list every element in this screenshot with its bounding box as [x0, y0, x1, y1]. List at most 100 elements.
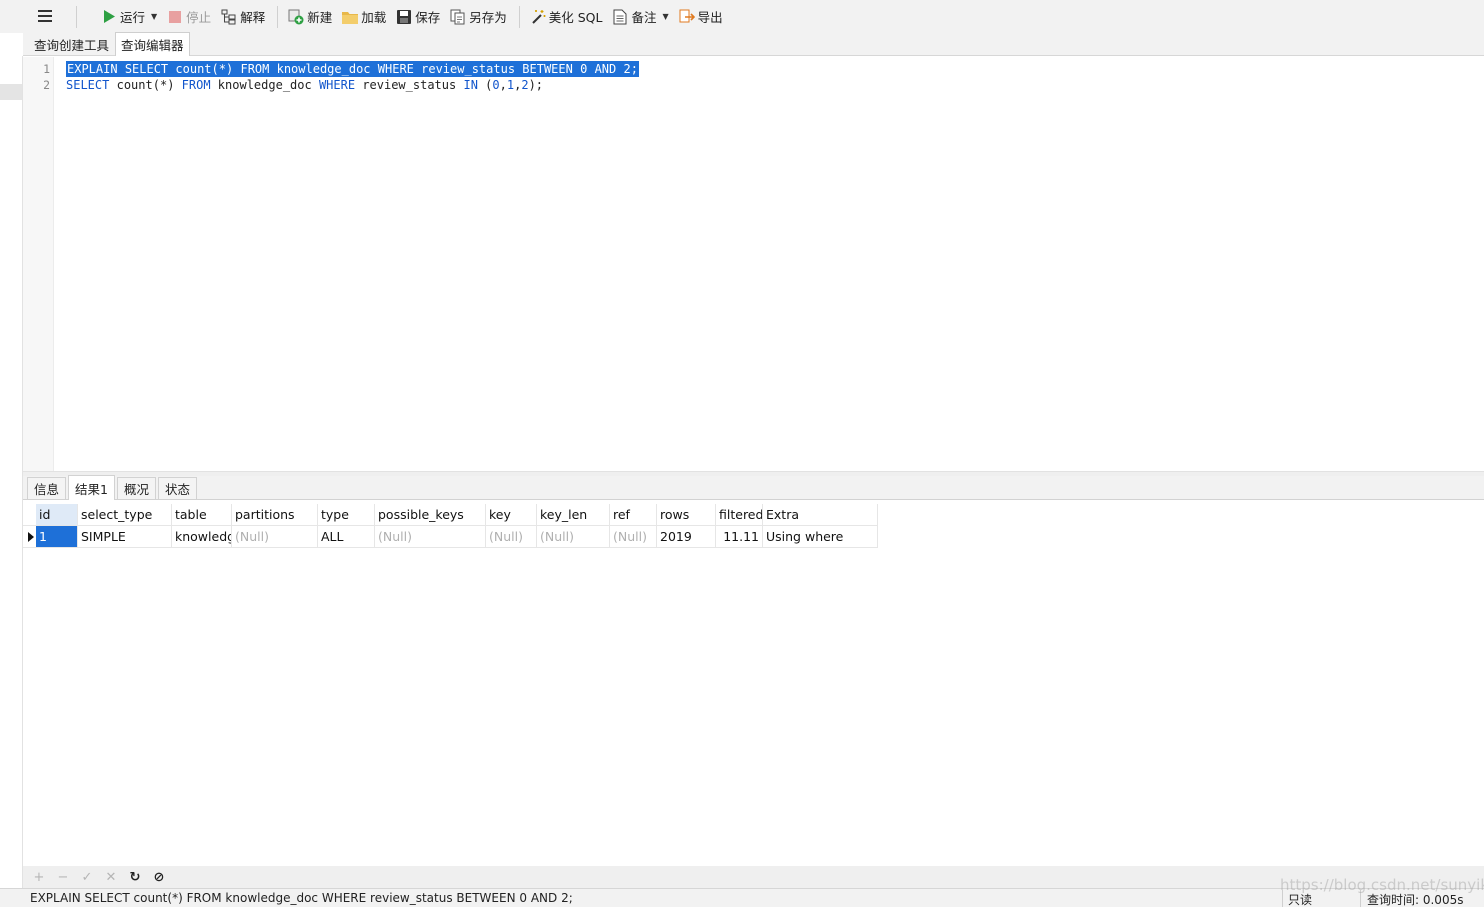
new-button[interactable]: 新建: [284, 5, 336, 29]
refresh-icon[interactable]: ↻: [127, 869, 143, 885]
grid-cell[interactable]: 1: [36, 526, 78, 548]
sql-number: 1: [506, 78, 515, 92]
line-number-gutter: 1 2: [23, 57, 54, 471]
sql-number: 2: [521, 78, 529, 92]
grid-cell[interactable]: 11.11: [716, 526, 763, 548]
result-grid: id select_type table partitions type pos…: [23, 504, 878, 548]
discard-changes-icon[interactable]: ✕: [103, 869, 119, 885]
delete-record-icon[interactable]: −: [55, 869, 71, 885]
column-header[interactable]: partitions: [232, 504, 318, 526]
beautify-sql-button[interactable]: 美化 SQL: [526, 5, 607, 29]
sql-token: *: [218, 62, 226, 76]
status-bar: EXPLAIN SELECT count(*) FROM knowledge_d…: [0, 888, 1484, 907]
run-dropdown-caret-icon[interactable]: ▼: [151, 12, 157, 21]
save-button[interactable]: 保存: [392, 5, 444, 29]
export-button[interactable]: 导出: [675, 5, 727, 29]
run-label: 运行: [120, 10, 146, 25]
grid-cell[interactable]: SIMPLE: [78, 526, 172, 548]
sql-token: EXPLAIN: [67, 62, 118, 76]
column-header[interactable]: rows: [657, 504, 716, 526]
editor-tabs: 查询创建工具 查询编辑器: [23, 32, 1484, 56]
sql-token: ): [528, 78, 536, 92]
folder-icon: [342, 9, 359, 25]
stop-label: 停止: [186, 10, 212, 25]
column-header[interactable]: key_len: [537, 504, 610, 526]
column-header[interactable]: id: [36, 504, 78, 526]
current-row-arrow-icon: [28, 532, 34, 542]
column-header[interactable]: Extra: [763, 504, 878, 526]
grid-cell[interactable]: (Null): [537, 526, 610, 548]
tab-profile[interactable]: 概况: [116, 477, 156, 499]
tab-info[interactable]: 信息: [27, 477, 67, 499]
grid-cell[interactable]: ALL: [318, 526, 375, 548]
left-panel-strip: [0, 56, 23, 888]
save-as-icon: [450, 9, 466, 25]
note-icon: [612, 9, 628, 25]
sql-token: knowledge_doc: [217, 78, 312, 92]
stop-button[interactable]: 停止: [163, 5, 215, 29]
sql-keyword: WHERE: [318, 78, 356, 92]
grid-cell[interactable]: Using where: [763, 526, 878, 548]
code-line-1[interactable]: EXPLAIN SELECT count(*) FROM knowledge_d…: [66, 61, 639, 77]
grid-cell[interactable]: 2019: [657, 526, 716, 548]
column-header[interactable]: select_type: [78, 504, 172, 526]
toolbar-separator: [76, 5, 77, 28]
grid-cell[interactable]: knowledg: [172, 526, 232, 548]
sql-token: 2: [623, 62, 631, 76]
grid-cell[interactable]: (Null): [232, 526, 318, 548]
apply-changes-icon[interactable]: ✓: [79, 869, 95, 885]
explain-button[interactable]: 解释: [217, 5, 269, 29]
code-line-2[interactable]: SELECT count(*) FROM knowledge_doc WHERE…: [66, 77, 543, 93]
column-header[interactable]: type: [318, 504, 375, 526]
sql-token: ,: [499, 78, 507, 92]
column-header[interactable]: filtered: [716, 504, 763, 526]
tab-query-builder[interactable]: 查询创建工具: [28, 33, 115, 55]
result-tabs: 信息 结果1 概况 状态: [23, 475, 1484, 500]
save-icon: [396, 9, 412, 25]
grid-action-bar: + − ✓ ✕ ↻ ⊘: [23, 866, 1484, 888]
menu-button[interactable]: [34, 6, 56, 26]
grid-cell[interactable]: (Null): [375, 526, 486, 548]
tab-query-editor[interactable]: 查询编辑器: [115, 32, 190, 56]
column-header[interactable]: possible_keys: [375, 504, 486, 526]
grid-cell[interactable]: (Null): [610, 526, 657, 548]
save-as-button[interactable]: 另存为: [446, 5, 511, 29]
sql-token: ;: [630, 62, 638, 76]
beautify-sql-label: 美化 SQL: [548, 10, 603, 25]
run-button[interactable]: 运行 ▼: [97, 5, 161, 29]
column-header[interactable]: table: [172, 504, 232, 526]
column-header[interactable]: ref: [610, 504, 657, 526]
sql-keyword: FROM: [181, 78, 211, 92]
sql-editor[interactable]: 1 2 EXPLAIN SELECT count(*) FROM knowled…: [23, 57, 1484, 471]
add-record-icon[interactable]: +: [31, 869, 47, 885]
explain-label: 解释: [240, 10, 266, 25]
sql-token: FROM: [240, 62, 270, 76]
column-header[interactable]: key: [486, 504, 537, 526]
watermark-text: https://blog.csdn.net/sunyikk: [1280, 876, 1484, 894]
tab-status[interactable]: 状态: [157, 477, 197, 499]
sql-token: AND: [594, 62, 617, 76]
sql-number: 0: [492, 78, 500, 92]
grid-cell[interactable]: (Null): [486, 526, 537, 548]
comment-dropdown-caret-icon[interactable]: ▼: [663, 12, 669, 21]
table-row[interactable]: 1 SIMPLE knowledg (Null) ALL (Null) (Nul…: [23, 526, 878, 548]
sql-token: count: [116, 78, 153, 92]
new-label: 新建: [307, 10, 333, 25]
save-label: 保存: [415, 10, 441, 25]
comment-button[interactable]: 备注 ▼: [608, 5, 672, 29]
sql-token: review_status: [362, 78, 457, 92]
row-indicator-header: [23, 504, 36, 526]
magic-wand-icon: [530, 9, 546, 25]
new-query-icon: [288, 9, 304, 25]
load-button[interactable]: 加载: [338, 5, 390, 29]
sql-token: ;: [535, 78, 544, 92]
tab-result-1[interactable]: 结果1: [68, 475, 115, 500]
stop-loading-icon[interactable]: ⊘: [151, 869, 167, 885]
sql-token: (: [152, 78, 160, 92]
sql-keyword: SELECT: [66, 78, 110, 92]
current-row-indicator: [23, 526, 36, 548]
sql-keyword: IN: [463, 78, 478, 92]
